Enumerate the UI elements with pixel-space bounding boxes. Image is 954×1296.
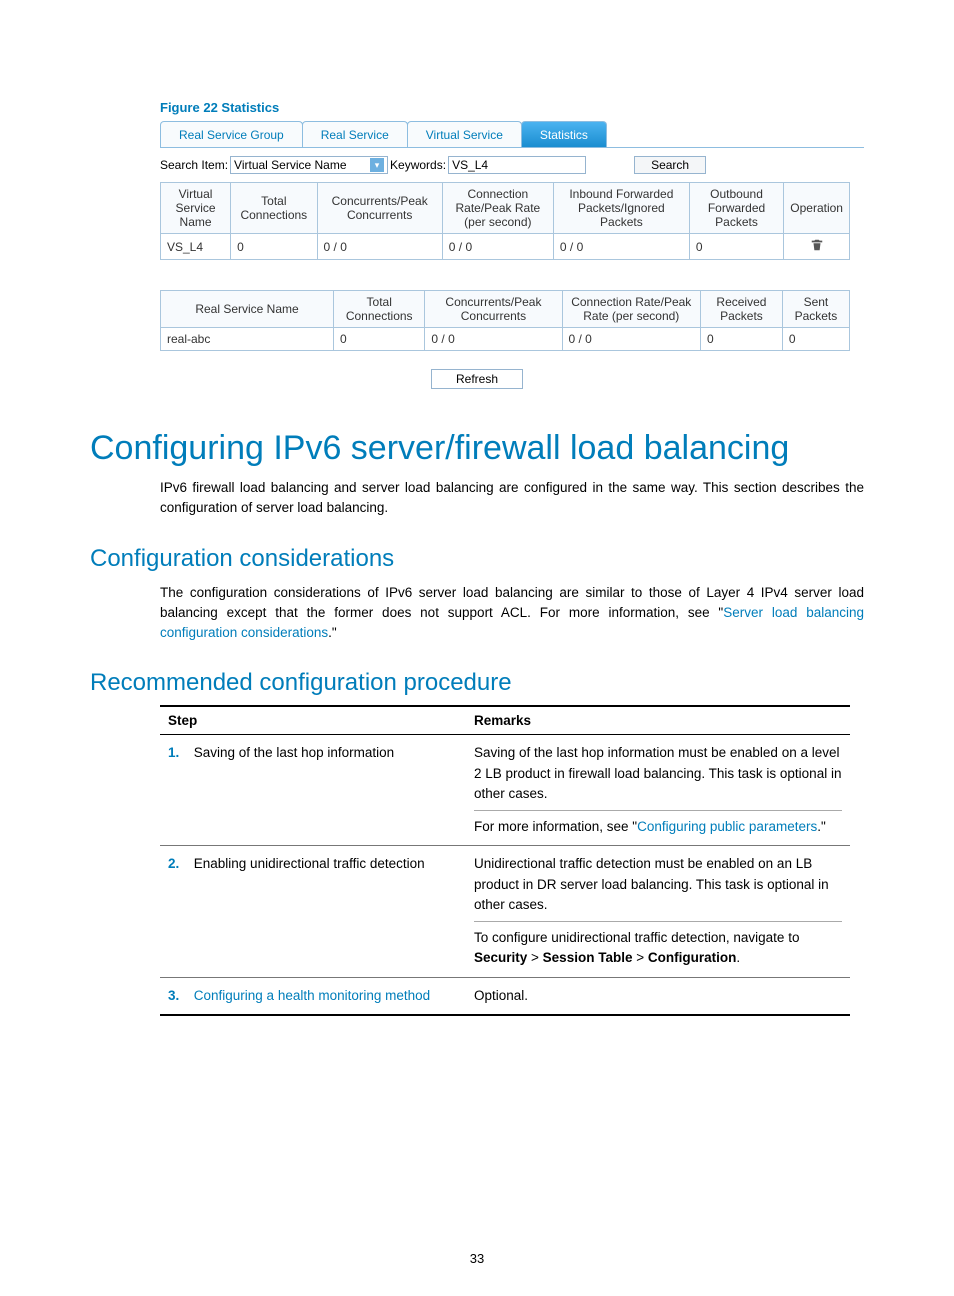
search-item-select[interactable]: Virtual Service Name ▾ bbox=[230, 156, 388, 174]
remarks-text: Optional. bbox=[466, 977, 850, 1015]
cell-operation bbox=[784, 234, 850, 260]
col-concur: Concurrents/Peak Concurrents bbox=[425, 291, 562, 328]
col-operation: Operation bbox=[784, 183, 850, 234]
trash-icon[interactable] bbox=[810, 238, 824, 252]
col-vs-name: Virtual Service Name bbox=[161, 183, 231, 234]
procedure-table: Step Remarks 1. Saving of the last hop i… bbox=[160, 705, 850, 1016]
link-public-params[interactable]: Configuring public parameters bbox=[637, 819, 817, 834]
col-recv: Received Packets bbox=[701, 291, 783, 328]
table-row: real-abc 0 0 / 0 0 / 0 0 0 bbox=[161, 328, 850, 351]
col-outbound: Outbound Forwarded Packets bbox=[689, 183, 783, 234]
step-number: 2. bbox=[168, 854, 190, 874]
cell-sent: 0 bbox=[782, 328, 849, 351]
step-number: 3. bbox=[168, 986, 190, 1006]
page-number: 33 bbox=[0, 1251, 954, 1266]
table-header-row: Real Service Name Total Connections Conc… bbox=[161, 291, 850, 328]
keywords-label: Keywords: bbox=[390, 158, 446, 172]
tab-statistics[interactable]: Statistics bbox=[521, 121, 607, 147]
col-rate: Connection Rate/Peak Rate (per second) bbox=[562, 291, 701, 328]
col-rs-name: Real Service Name bbox=[161, 291, 334, 328]
search-item-value: Virtual Service Name bbox=[234, 158, 347, 172]
remarks-more: For more information, see "Configuring p… bbox=[474, 817, 842, 837]
cell-rate: 0 / 0 bbox=[562, 328, 701, 351]
vs-name-link[interactable]: VS_L4 bbox=[161, 234, 231, 260]
figure-label: Figure 22 Statistics bbox=[160, 100, 864, 115]
cell-concur: 0 / 0 bbox=[425, 328, 562, 351]
remarks-text: Saving of the last hop information must … bbox=[474, 743, 842, 804]
col-rate: Connection Rate/Peak Rate (per second) bbox=[442, 183, 553, 234]
tab-virtual-service[interactable]: Virtual Service bbox=[407, 121, 522, 147]
cell-rate: 0 / 0 bbox=[442, 234, 553, 260]
tab-real-service-group[interactable]: Real Service Group bbox=[160, 121, 303, 147]
col-total: Total Connections bbox=[334, 291, 425, 328]
cell-total: 0 bbox=[231, 234, 317, 260]
cc-text-2: ." bbox=[328, 625, 337, 640]
remarks-text: Unidirectional traffic detection must be… bbox=[474, 854, 842, 915]
step-title: Saving of the last hop information bbox=[194, 745, 394, 760]
search-button[interactable]: Search bbox=[634, 156, 706, 174]
keywords-input[interactable]: VS_L4 bbox=[448, 156, 586, 174]
col-sent: Sent Packets bbox=[782, 291, 849, 328]
table-header-row: Virtual Service Name Total Connections C… bbox=[161, 183, 850, 234]
col-total: Total Connections bbox=[231, 183, 317, 234]
step-title: Enabling unidirectional traffic detectio… bbox=[194, 856, 425, 871]
tab-bar: Real Service Group Real Service Virtual … bbox=[160, 121, 864, 148]
table-row: VS_L4 0 0 / 0 0 / 0 0 / 0 0 bbox=[161, 234, 850, 260]
refresh-button[interactable]: Refresh bbox=[431, 369, 523, 389]
search-row: Search Item: Virtual Service Name ▾ Keyw… bbox=[160, 156, 864, 174]
heading-recommended-procedure: Recommended configuration procedure bbox=[90, 669, 864, 697]
virtual-service-table: Virtual Service Name Total Connections C… bbox=[160, 182, 850, 260]
col-concur: Concurrents/Peak Concurrents bbox=[317, 183, 442, 234]
procedure-row: 1. Saving of the last hop information Sa… bbox=[160, 735, 850, 846]
remarks-nav: To configure unidirectional traffic dete… bbox=[474, 928, 842, 969]
cell-concur: 0 / 0 bbox=[317, 234, 442, 260]
col-inbound: Inbound Forwarded Packets/Ignored Packet… bbox=[553, 183, 689, 234]
col-remarks: Remarks bbox=[466, 706, 850, 735]
config-considerations-paragraph: The configuration considerations of IPv6… bbox=[160, 583, 864, 644]
search-item-label: Search Item: bbox=[160, 158, 228, 172]
tab-real-service[interactable]: Real Service bbox=[302, 121, 408, 147]
cell-outbound: 0 bbox=[689, 234, 783, 260]
intro-paragraph: IPv6 firewall load balancing and server … bbox=[160, 478, 864, 519]
step-number: 1. bbox=[168, 743, 190, 763]
cell-rs-name: real-abc bbox=[161, 328, 334, 351]
procedure-row: 3. Configuring a health monitoring metho… bbox=[160, 977, 850, 1015]
cell-total: 0 bbox=[334, 328, 425, 351]
heading-ipv6-lb: Configuring IPv6 server/firewall load ba… bbox=[90, 429, 864, 468]
link-health-monitoring[interactable]: Configuring a health monitoring method bbox=[194, 988, 430, 1003]
cell-inbound: 0 / 0 bbox=[553, 234, 689, 260]
chevron-down-icon: ▾ bbox=[370, 158, 384, 172]
col-step: Step bbox=[160, 706, 466, 735]
procedure-row: 2. Enabling unidirectional traffic detec… bbox=[160, 846, 850, 977]
real-service-table: Real Service Name Total Connections Conc… bbox=[160, 290, 850, 351]
heading-config-considerations: Configuration considerations bbox=[90, 545, 864, 573]
cell-recv: 0 bbox=[701, 328, 783, 351]
